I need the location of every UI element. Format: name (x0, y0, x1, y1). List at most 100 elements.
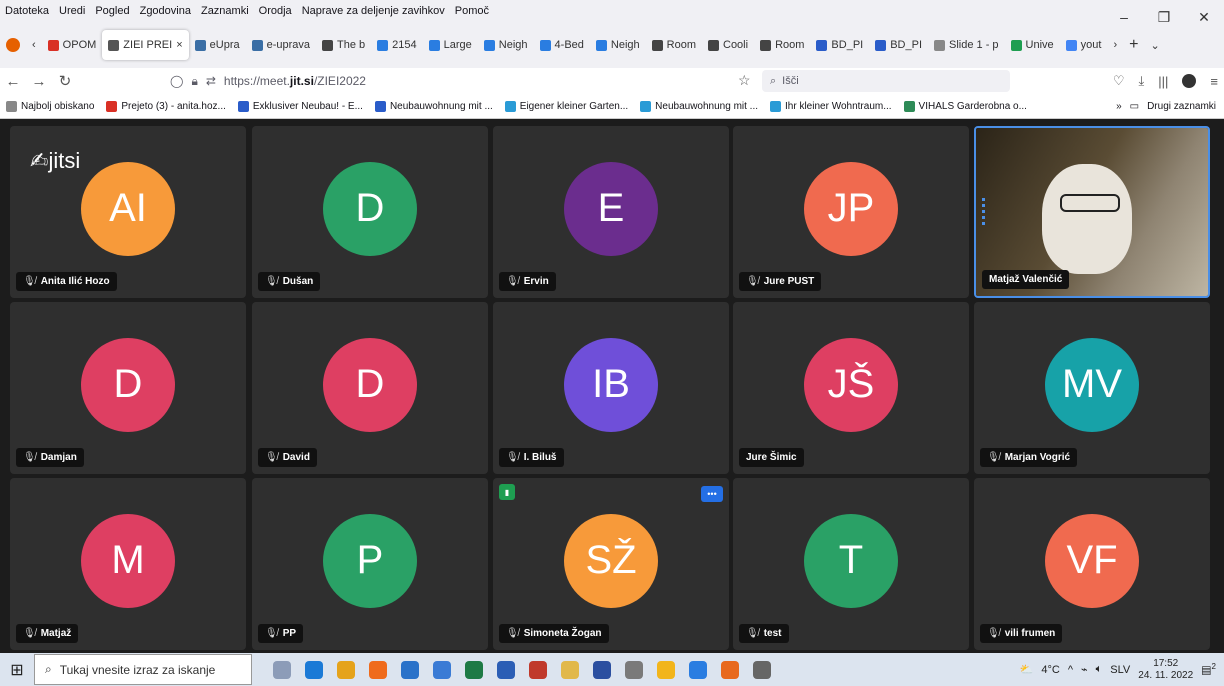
taskbar-app-icon[interactable] (490, 653, 522, 686)
list-all-tabs-icon[interactable]: ⌄ (1144, 30, 1165, 60)
tab-5[interactable]: 2154 (371, 30, 422, 60)
menu-view[interactable]: Pogled (90, 5, 134, 17)
tab-2[interactable]: eUpra (189, 30, 246, 60)
tab-14[interactable]: BD_PI (869, 30, 928, 60)
weather-icon[interactable]: ⛅ (1020, 663, 1034, 676)
taskbar-app-icon[interactable] (714, 653, 746, 686)
taskbar-app-icon[interactable] (266, 653, 298, 686)
tab-12[interactable]: Room (754, 30, 810, 60)
taskbar-app-icon[interactable] (746, 653, 778, 686)
menu-file[interactable]: Datoteka (0, 5, 54, 17)
connection-quality-icon[interactable]: ▮ (499, 484, 515, 500)
participant-tile[interactable]: MV 🎙︎̸ Marjan Vogrić (974, 302, 1210, 474)
participant-tile[interactable]: SŽ ▮ ••• 🎙︎̸ Simoneta Žogan (493, 478, 729, 650)
taskbar-app-icon[interactable] (650, 653, 682, 686)
participant-tile[interactable]: M 🎙︎̸ Matjaž (10, 478, 246, 650)
participant-tile[interactable]: D 🎙︎̸ Dušan (252, 126, 488, 298)
taskbar-app-icon[interactable] (618, 653, 650, 686)
permissions-icon[interactable]: ⇄ (206, 74, 216, 88)
tab-6[interactable]: Large (423, 30, 478, 60)
network-icon[interactable]: ⌁ (1081, 663, 1088, 676)
bookmark-4[interactable]: Eigener kleiner Garten... (499, 100, 634, 112)
clock[interactable]: 17:52 24. 11. 2022 (1138, 658, 1193, 682)
tab-10[interactable]: Room (646, 30, 702, 60)
pocket-icon[interactable]: ♡ (1113, 73, 1125, 89)
taskbar-app-icon[interactable] (554, 653, 586, 686)
library-icon[interactable]: ||| (1158, 74, 1168, 89)
close-tab-icon[interactable]: × (176, 39, 182, 51)
participant-tile[interactable]: D 🎙︎̸ Damjan (10, 302, 246, 474)
tab-9[interactable]: Neigh (590, 30, 646, 60)
participant-tile[interactable]: Matjaž Valenčić (974, 126, 1210, 298)
other-bookmarks[interactable]: Drugi zaznamki (1147, 101, 1216, 112)
bookmark-7[interactable]: VIHALS Garderobna o... (898, 100, 1033, 112)
participant-tile[interactable]: VF 🎙︎̸ vili frumen (974, 478, 1210, 650)
forward-icon[interactable]: → (26, 73, 52, 90)
hamburger-menu-icon[interactable]: ≡ (1210, 74, 1218, 89)
lock-icon[interactable]: 🔒︎ (191, 74, 197, 89)
tab-8[interactable]: 4-Bed (534, 30, 590, 60)
tray-chevron-icon[interactable]: ^ (1068, 664, 1073, 676)
tabs-scroll-right-icon[interactable]: › (1107, 30, 1123, 60)
language-indicator[interactable]: SLV (1110, 664, 1130, 676)
jitsi-logo[interactable]: ✍︎jitsi (30, 148, 80, 174)
volume-icon[interactable]: 🔈︎ (1096, 663, 1103, 676)
bookmark-0[interactable]: Najbolj obiskano (0, 100, 100, 112)
bookmark-1[interactable]: Prejeto (3) - anita.hoz... (100, 100, 232, 112)
more-options-icon[interactable]: ••• (701, 486, 723, 502)
participant-tile[interactable]: IB 🎙︎̸ I. Biluš (493, 302, 729, 474)
participant-tile[interactable]: T 🎙︎̸ test (733, 478, 969, 650)
participant-tile[interactable]: D 🎙︎̸ David (252, 302, 488, 474)
menu-history[interactable]: Zgodovina (135, 5, 196, 17)
taskbar-app-icon[interactable] (426, 653, 458, 686)
tab-17[interactable]: yout (1060, 30, 1108, 60)
windows-start-icon[interactable]: ⊞ (0, 653, 34, 686)
tab-3[interactable]: e-uprava (246, 30, 316, 60)
bookmarks-overflow-icon[interactable]: » (1116, 101, 1122, 112)
taskbar-app-icon[interactable] (298, 653, 330, 686)
firefox-menu-icon[interactable] (0, 30, 26, 60)
participant-avatar: D (81, 337, 175, 432)
menu-edit[interactable]: Uredi (54, 5, 90, 17)
back-icon[interactable]: ← (0, 73, 26, 90)
taskbar-app-icon[interactable] (522, 653, 554, 686)
bookmark-star-icon[interactable]: ☆ (738, 72, 751, 89)
participant-tile[interactable]: E 🎙︎̸ Ervin (493, 126, 729, 298)
tab-15[interactable]: Slide 1 - p (928, 30, 1005, 60)
taskbar-app-icon[interactable] (362, 653, 394, 686)
tab-11[interactable]: Cooli (702, 30, 754, 60)
taskbar-app-icon[interactable] (682, 653, 714, 686)
bookmark-5[interactable]: Neubauwohnung mit ... (634, 100, 764, 112)
shield-icon[interactable]: ◯ (170, 74, 183, 88)
bookmark-2[interactable]: Exklusiver Neubau! - E... (232, 100, 369, 112)
reload-icon[interactable]: ↻ (52, 72, 78, 90)
taskbar-app-icon[interactable] (394, 653, 426, 686)
weather-temp[interactable]: 4°C (1041, 664, 1059, 676)
participant-tile[interactable]: JP 🎙︎̸ Jure PUST (733, 126, 969, 298)
tab-0[interactable]: OPOM (42, 30, 103, 60)
bookmark-3[interactable]: Neubauwohnung mit ... (369, 100, 499, 112)
notifications-icon[interactable]: ▤2 (1201, 662, 1216, 677)
search-input[interactable]: ⌕ Išči (762, 70, 1010, 92)
menu-help[interactable]: Pomoč (450, 5, 494, 17)
taskbar-app-icon[interactable] (586, 653, 618, 686)
menu-devices[interactable]: Naprave za deljenje zavihkov (297, 5, 450, 17)
menu-bookmarks[interactable]: Zaznamki (196, 5, 254, 17)
taskbar-app-icon[interactable] (330, 653, 362, 686)
tab-list-scroll-left-icon[interactable]: ‹ (26, 30, 42, 60)
tab-16[interactable]: Unive (1005, 30, 1060, 60)
tab-13[interactable]: BD_PI (810, 30, 869, 60)
account-icon[interactable] (1182, 74, 1197, 88)
participant-tile[interactable]: P 🎙︎̸ PP (252, 478, 488, 650)
bookmark-6[interactable]: Ihr kleiner Wohntraum... (764, 100, 898, 112)
new-tab-button[interactable]: + (1123, 30, 1144, 60)
participant-tile[interactable]: JŠ Jure Šimic (733, 302, 969, 474)
url-bar[interactable]: ◯ 🔒︎ ⇄ https://meet.jit.si/ZIEI2022 (170, 69, 366, 93)
taskbar-search-input[interactable]: ⌕ Tukaj vnesite izraz za iskanje (34, 654, 252, 685)
taskbar-app-icon[interactable] (458, 653, 490, 686)
tab-7[interactable]: Neigh (478, 30, 534, 60)
downloads-icon[interactable]: ⤓ (1139, 73, 1145, 89)
tab-4[interactable]: The b (316, 30, 371, 60)
menu-tools[interactable]: Orodja (254, 5, 297, 17)
tab-1[interactable]: ZIEI PREI × (102, 30, 189, 60)
